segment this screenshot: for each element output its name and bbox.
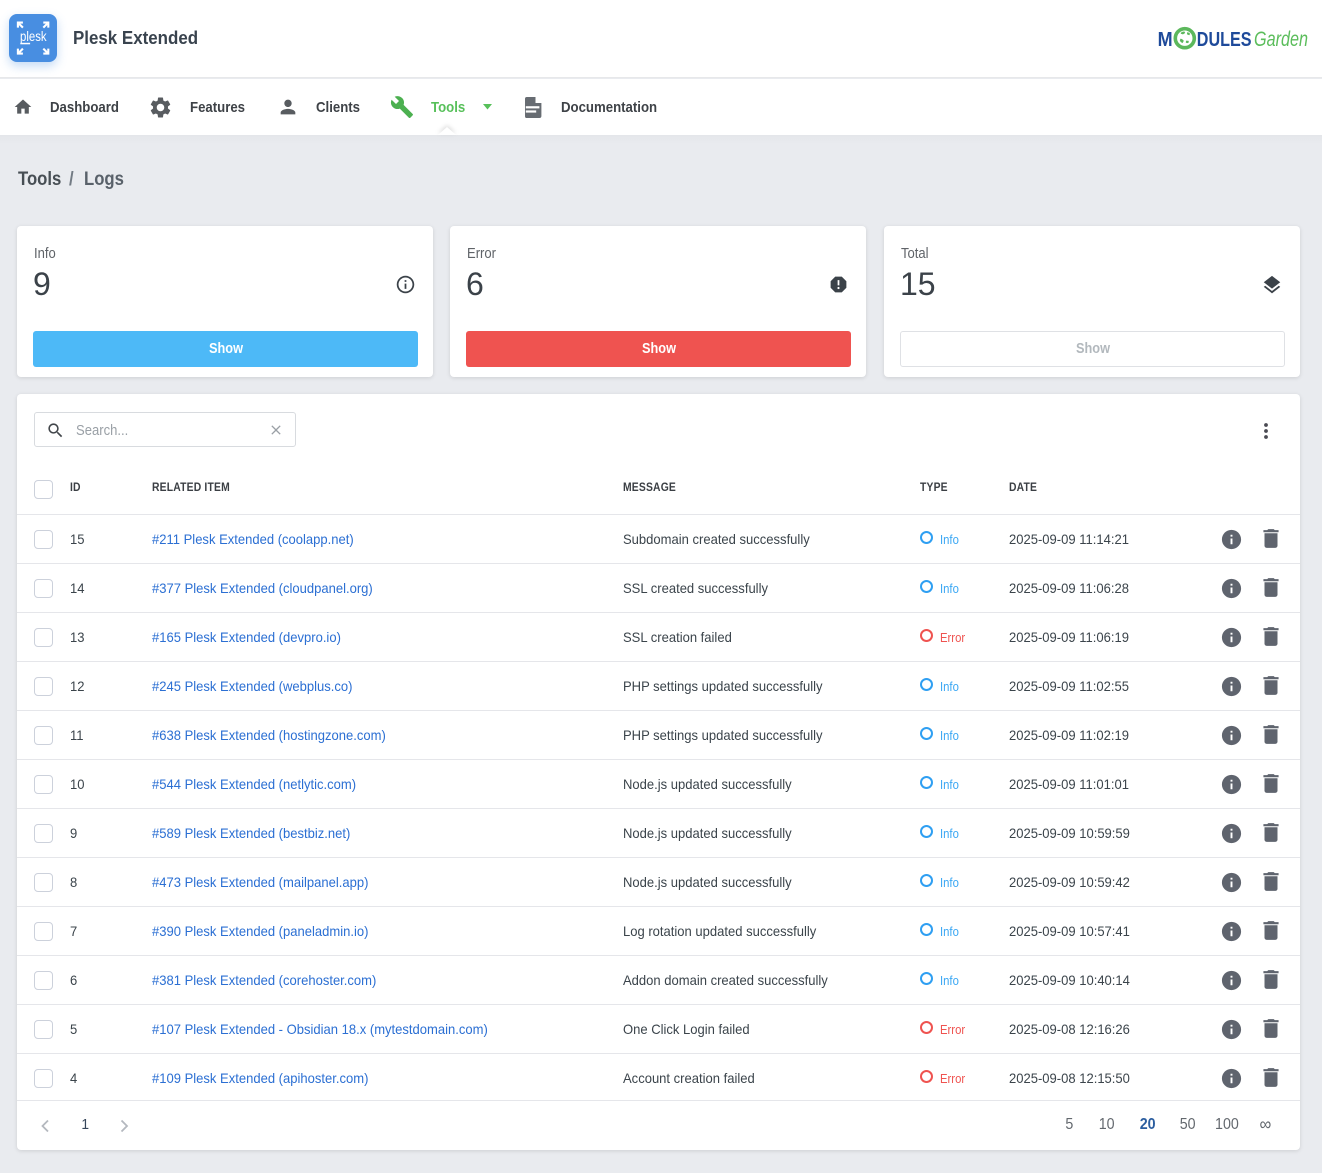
svg-text:Garden: Garden: [1254, 28, 1308, 51]
svg-text:M: M: [1158, 29, 1173, 51]
svg-text:plesk: plesk: [20, 29, 47, 44]
svg-text:DULES: DULES: [1197, 29, 1252, 51]
